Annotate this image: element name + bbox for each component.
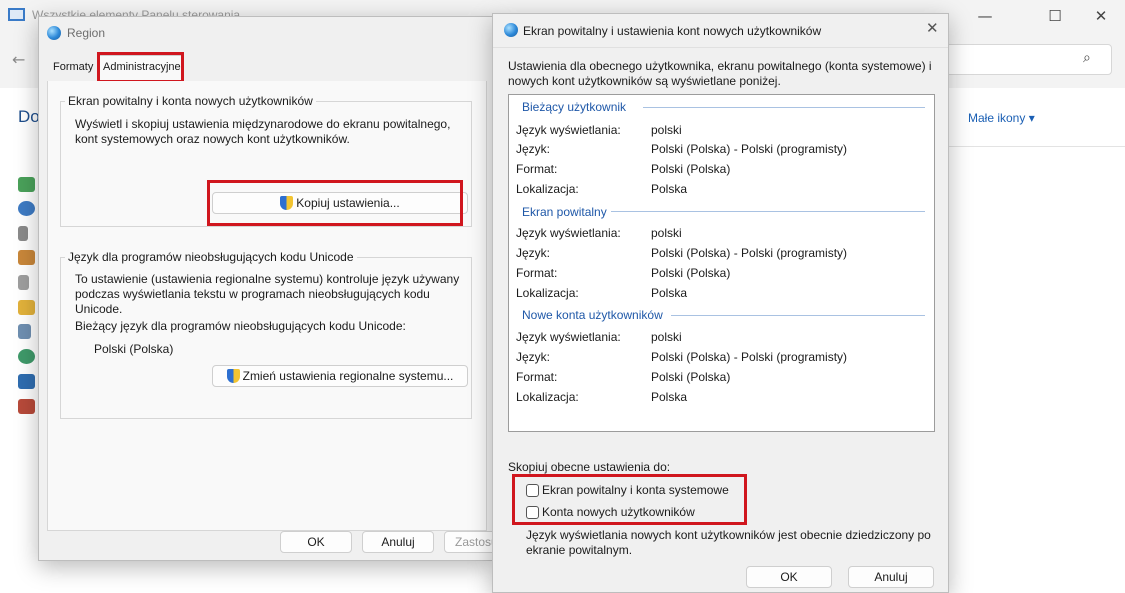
section-new-accounts-title: Nowe konta użytkowników (522, 308, 663, 322)
minimize-button[interactable]: — (968, 4, 1002, 28)
title-divider (493, 47, 948, 48)
unicode-description-line-3: Unicode. (75, 302, 123, 316)
current-format-label: Format: (516, 162, 558, 176)
search-icon[interactable]: ⌕ (1083, 50, 1091, 66)
tab-formaty[interactable]: Formaty (53, 61, 93, 73)
welcome-language-label: Język: (516, 246, 551, 260)
welcome-format-value: Polski (Polska) (651, 266, 731, 280)
sidebar-icon-2[interactable] (18, 201, 35, 216)
sidebar-storage-icon[interactable] (18, 275, 29, 290)
highlight-checkboxes (512, 474, 747, 525)
new-display-language-label: Język wyświetlania: (516, 330, 621, 344)
ok-button[interactable]: OK (746, 566, 832, 588)
welcome-location-value: Polska (651, 286, 688, 300)
current-language-value: Polski (Polska) (94, 342, 174, 356)
region-cancel-button[interactable]: Anuluj (362, 531, 434, 553)
section-divider (611, 211, 925, 212)
view-by-dropdown[interactable]: Małe ikony ▾ (968, 111, 1035, 125)
current-language-label: Bieżący język dla programów nieobsługują… (75, 319, 406, 333)
unicode-description-line-2: podczas wyświetlania tekstu w programach… (75, 287, 430, 301)
sidebar-monitor-icon[interactable] (18, 374, 35, 389)
new-location-label: Lokalizacja: (516, 390, 579, 404)
close-icon[interactable]: ✕ (926, 19, 939, 37)
sidebar-icon-1[interactable] (18, 177, 35, 192)
control-panel-app-icon (8, 8, 25, 21)
new-location-value: Polska (651, 390, 688, 404)
back-arrow-icon[interactable]: ← (12, 50, 25, 69)
page-heading: Do (18, 107, 40, 126)
current-display-language-label: Język wyświetlania: (516, 123, 621, 137)
settings-list[interactable]: Bieżący użytkownik Język wyświetlania: p… (508, 94, 935, 432)
region-dialog: Region Formaty Administracyjne Ekran pow… (38, 16, 516, 561)
change-system-locale-button[interactable]: Zmień ustawienia regionalne systemu... (212, 365, 468, 387)
globe-icon (504, 23, 518, 37)
welcome-location-label: Lokalizacja: (516, 286, 579, 300)
change-system-locale-label: Zmień ustawienia regionalne systemu... (242, 369, 454, 383)
current-location-label: Lokalizacja: (516, 182, 579, 196)
current-format-value: Polski (Polska) (651, 162, 731, 176)
sidebar-document-icon[interactable] (18, 324, 31, 339)
copy-to-label: Skopiuj obecne ustawienia do: (508, 460, 671, 474)
uac-shield-icon (226, 369, 240, 383)
sidebar-programs-icon[interactable] (18, 399, 35, 414)
close-window-button[interactable]: ✕ (1084, 4, 1118, 28)
new-format-value: Polski (Polska) (651, 370, 731, 384)
welcome-description-line-2: kont systemowych oraz nowych kont użytko… (75, 132, 350, 146)
highlight-tab (97, 52, 184, 83)
new-language-value: Polski (Polska) - Polski (programisty) (651, 350, 848, 364)
unicode-description-line-1: To ustawienie (ustawienia regionalne sys… (75, 272, 460, 286)
welcome-format-label: Format: (516, 266, 558, 280)
section-divider (671, 315, 925, 316)
new-language-label: Język: (516, 350, 551, 364)
welcome-group-title: Ekran powitalny i konta nowych użytkowni… (65, 94, 316, 108)
welcome-display-language-value: polski (651, 226, 682, 240)
welcome-description-line-1: Wyświetl i skopiuj ustawienia międzynaro… (75, 117, 451, 131)
region-ok-button[interactable]: OK (280, 531, 352, 553)
welcome-language-value: Polski (Polska) - Polski (programisty) (651, 246, 848, 260)
maximize-button[interactable]: ☐ (1038, 4, 1072, 28)
region-dialog-title: Region (67, 26, 106, 40)
new-display-language-value: polski (651, 330, 682, 344)
current-language-label: Język: (516, 142, 551, 156)
sidebar-network-icon[interactable] (18, 349, 35, 364)
welcome-display-language-label: Język wyświetlania: (516, 226, 621, 240)
sidebar-speaker-icon[interactable] (18, 226, 28, 241)
globe-icon (47, 26, 61, 40)
unicode-group-title: Język dla programów nieobsługujących kod… (65, 250, 357, 264)
section-current-user-title: Bieżący użytkownik (522, 100, 627, 114)
intro-line-2: nowych kont użytkowników są wyświetlane … (508, 74, 781, 88)
sidebar-tasks-icon[interactable] (18, 300, 35, 315)
note-line-1: Język wyświetlania nowych kont użytkowni… (526, 528, 931, 542)
current-language-value: Polski (Polska) - Polski (programisty) (651, 142, 848, 156)
welcome-screen-dialog: Ekran powitalny i ustawienia kont nowych… (492, 13, 949, 593)
cancel-button[interactable]: Anuluj (848, 566, 934, 588)
highlight-copy-button (207, 180, 463, 226)
current-location-value: Polska (651, 182, 688, 196)
note-line-2: ekranie powitalnym. (526, 543, 633, 557)
divider (940, 146, 1125, 147)
new-format-label: Format: (516, 370, 558, 384)
section-divider (643, 107, 925, 108)
current-display-language-value: polski (651, 123, 682, 137)
sidebar-users-icon[interactable] (18, 250, 35, 265)
section-welcome-screen-title: Ekran powitalny (522, 205, 607, 219)
tab-panel: Ekran powitalny i konta nowych użytkowni… (47, 81, 487, 531)
welcome-screen-dialog-title: Ekran powitalny i ustawienia kont nowych… (523, 24, 822, 38)
intro-line-1: Ustawienia dla obecnego użytkownika, ekr… (508, 59, 932, 73)
